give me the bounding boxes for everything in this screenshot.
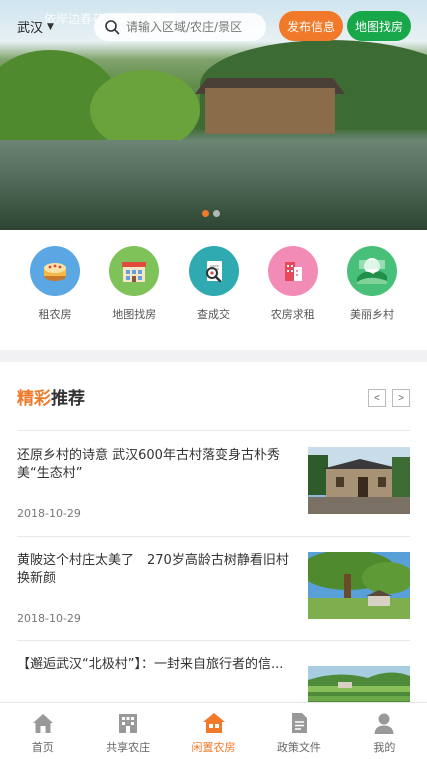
category-label: 查成交: [197, 308, 230, 321]
section-title: 精彩推荐: [17, 384, 85, 409]
city-label: 武汉: [17, 21, 44, 36]
carousel-dot-active[interactable]: [202, 210, 209, 217]
category-rent-farmhouse[interactable]: 租农房: [22, 246, 88, 350]
magnifier-document-icon: [188, 246, 239, 296]
news-date: 2018-10-29: [17, 612, 81, 625]
category-label: 租农房: [38, 308, 72, 321]
category-grid: 租农房 地图找房 查成交 农房求租 美丽乡村: [0, 230, 427, 350]
banner-house: [205, 88, 335, 134]
news-title[interactable]: 黄陂这个村庄太美了 270岁高龄古树静看旧村换新颜: [17, 552, 295, 588]
category-label: 美丽乡村: [350, 308, 394, 321]
tab-mine[interactable]: 我的: [342, 703, 427, 759]
search-input[interactable]: [126, 20, 266, 34]
old-tree-photo[interactable]: [308, 552, 410, 619]
category-map-search[interactable]: 地图找房: [101, 246, 167, 350]
house-icon: [202, 713, 225, 733]
landscape-icon: [347, 246, 397, 296]
news-title[interactable]: 【邂逅武汉“北极村”】：一封来自旅行者的信...: [17, 656, 295, 674]
carousel-dot[interactable]: [213, 210, 220, 217]
divider: [17, 430, 410, 431]
publish-button[interactable]: 发布信息: [279, 11, 343, 41]
tab-home[interactable]: 首页: [0, 703, 85, 759]
city-selector[interactable]: 武汉 ▼: [17, 17, 54, 36]
user-icon: [374, 713, 394, 734]
tab-shared-farm[interactable]: 共享农庄: [85, 703, 170, 759]
tab-label: 首页: [31, 741, 54, 754]
pager-arrows: < >: [368, 389, 410, 407]
tab-label: 我的: [373, 741, 396, 754]
prev-button[interactable]: <: [368, 389, 386, 407]
search-icon: [105, 20, 120, 35]
news-item[interactable]: 还原乡村的诗意 武汉600年古村落变身古朴秀美“生态村” 2018-10-29: [17, 447, 410, 537]
tab-label: 共享农庄: [106, 741, 151, 754]
tab-label: 闲置农房: [191, 741, 236, 754]
terraced-fields-photo[interactable]: [308, 666, 410, 702]
cake-icon: [30, 246, 80, 296]
section-divider: [0, 350, 427, 362]
category-label: 农房求租: [270, 308, 315, 321]
section-title-highlight: 精彩: [17, 389, 51, 409]
divider: [17, 640, 410, 641]
news-item[interactable]: 【邂逅武汉“北极村”】：一封来自旅行者的信...: [17, 656, 410, 702]
document-icon: [291, 713, 307, 733]
store-icon: [109, 246, 160, 296]
category-beautiful-village[interactable]: 美丽乡村: [339, 246, 405, 350]
tab-idle-farmhouse[interactable]: 闲置农房: [171, 703, 256, 759]
search-bar[interactable]: [94, 13, 266, 41]
news-item[interactable]: 黄陂这个村庄太美了 270岁高龄古树静看旧村换新颜 2018-10-29: [17, 552, 410, 642]
tab-policy[interactable]: 政策文件: [256, 703, 341, 759]
banner-tree: [90, 70, 200, 150]
news-title[interactable]: 还原乡村的诗意 武汉600年古村落变身古朴秀美“生态村”: [17, 447, 295, 483]
village-house-photo[interactable]: [308, 447, 410, 514]
bottom-tab-bar: 首页 共享农庄 闲置农房 政策文件 我的: [0, 702, 427, 759]
map-search-button[interactable]: 地图找房: [347, 11, 411, 41]
category-label: 地图找房: [112, 308, 157, 321]
category-rent-request[interactable]: 农房求租: [260, 246, 326, 350]
next-button[interactable]: >: [392, 389, 410, 407]
divider: [17, 536, 410, 537]
carousel-dots: [202, 210, 220, 217]
farmhouse-icon: [119, 714, 138, 733]
chevron-down-icon: ▼: [47, 21, 54, 32]
category-transactions[interactable]: 查成交: [181, 246, 247, 350]
home-icon: [32, 714, 53, 733]
section-title-rest: 推荐: [51, 389, 85, 409]
buildings-icon: [267, 246, 318, 296]
tab-label: 政策文件: [276, 741, 321, 754]
news-date: 2018-10-29: [17, 507, 81, 520]
